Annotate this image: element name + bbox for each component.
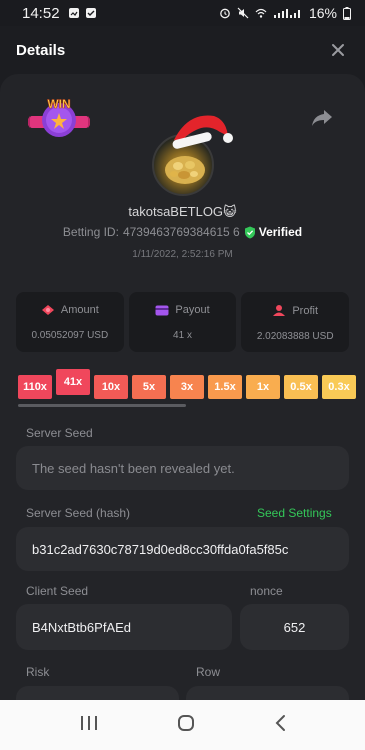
seed-settings-link[interactable]: Seed Settings bbox=[257, 506, 332, 520]
close-button[interactable] bbox=[327, 39, 349, 61]
system-nav-bar bbox=[0, 700, 365, 750]
alarm-icon bbox=[220, 8, 230, 19]
betting-id-value: 4739463769384615 6 bbox=[122, 225, 240, 239]
verified-badge: Verified bbox=[244, 225, 302, 239]
home-button[interactable] bbox=[177, 714, 195, 737]
signal-icon bbox=[273, 9, 300, 18]
details-header: Details bbox=[0, 26, 365, 74]
multiplier-slot: 10x bbox=[94, 375, 128, 399]
stat-profit: Profit 2.02083888 USD bbox=[241, 292, 350, 352]
multiplier-slot: 1.5x bbox=[208, 375, 242, 399]
verified-label: Verified bbox=[258, 225, 303, 239]
share-button[interactable] bbox=[310, 108, 334, 128]
multiplier-slot: 0.3x bbox=[322, 375, 356, 399]
mute-icon bbox=[237, 7, 249, 19]
share-icon bbox=[312, 110, 332, 126]
multiplier-slot: 5x bbox=[132, 375, 166, 399]
bet-details-panel: WIN takotsaBETLOG😺 Betting ID: 473946376… bbox=[0, 74, 365, 700]
check-notification-icon bbox=[85, 8, 96, 18]
risk-field[interactable] bbox=[16, 686, 179, 700]
row-label: Row bbox=[196, 665, 221, 679]
win-badge-label: WIN bbox=[47, 97, 70, 111]
username: takotsaBETLOG😺 bbox=[128, 204, 237, 219]
amount-icon bbox=[41, 305, 54, 315]
payout-card-icon bbox=[155, 305, 169, 315]
amount-value: 0.05052097 USD bbox=[31, 330, 109, 341]
payout-value: 41 x bbox=[173, 330, 192, 341]
multiplier-slot-hit: 41x bbox=[56, 369, 90, 395]
close-icon bbox=[332, 44, 344, 56]
recent-apps-icon bbox=[80, 715, 97, 730]
home-icon bbox=[177, 714, 194, 731]
wifi-icon bbox=[255, 8, 267, 18]
multiplier-slot: 1x bbox=[246, 375, 280, 399]
user-avatar-group bbox=[148, 115, 233, 196]
profit-label: Profit bbox=[292, 304, 319, 317]
client-seed-label: Client Seed bbox=[26, 584, 89, 598]
multiplier-row[interactable]: 110x 41x 10x 5x 3x 1.5x 1x 0.5x 0.3x bbox=[18, 369, 365, 403]
payout-label: Payout bbox=[175, 304, 210, 316]
server-seed-label: Server Seed bbox=[26, 426, 93, 440]
bet-date: 1/11/2022, 2:52:16 PM bbox=[132, 249, 233, 260]
betting-id-label: Betting ID: bbox=[62, 225, 119, 239]
bet-stats: Amount 0.05052097 USD Payout 41 x Profit… bbox=[16, 292, 350, 352]
image-notification-icon bbox=[68, 8, 79, 18]
santa-hat-icon bbox=[172, 115, 233, 149]
nonce-field[interactable]: 652 bbox=[240, 604, 349, 650]
risk-label: Risk bbox=[26, 665, 50, 679]
row-field[interactable] bbox=[186, 686, 349, 700]
battery-percent: 16% bbox=[308, 5, 337, 21]
page-title: Details bbox=[16, 41, 66, 59]
profit-user-icon bbox=[273, 305, 286, 316]
nonce-label: nonce bbox=[250, 584, 283, 598]
server-hash-field[interactable]: b31c2ad7630c78719d0ed8cc30ffda0fa5f85c bbox=[16, 527, 349, 571]
battery-icon bbox=[343, 6, 351, 20]
client-seed-field[interactable]: B4NxtBtb6PfAEd bbox=[16, 604, 232, 650]
multiplier-scrollbar[interactable] bbox=[18, 404, 186, 407]
multiplier-slot: 3x bbox=[170, 375, 204, 399]
betting-id-row: Betting ID: 4739463769384615 6 Verified bbox=[0, 225, 365, 239]
status-time: 14:52 bbox=[22, 4, 60, 22]
profit-value: 2.02083888 USD bbox=[256, 331, 334, 342]
back-icon bbox=[275, 714, 285, 731]
stat-payout: Payout 41 x bbox=[128, 292, 237, 352]
verified-shield-icon bbox=[244, 226, 255, 238]
server-seed-field[interactable]: The seed hasn't been revealed yet. bbox=[16, 446, 349, 490]
amount-label: Amount bbox=[60, 304, 99, 316]
back-button[interactable] bbox=[274, 714, 286, 737]
multiplier-slot: 110x bbox=[18, 375, 52, 399]
status-bar: 14:52 16% bbox=[0, 0, 365, 26]
multiplier-slot: 0.5x bbox=[284, 375, 318, 399]
stat-amount: Amount 0.05052097 USD bbox=[16, 292, 124, 352]
recent-apps-button[interactable] bbox=[80, 715, 98, 736]
win-badge-icon: WIN bbox=[28, 97, 90, 137]
server-hash-label: Server Seed (hash) bbox=[26, 506, 131, 520]
